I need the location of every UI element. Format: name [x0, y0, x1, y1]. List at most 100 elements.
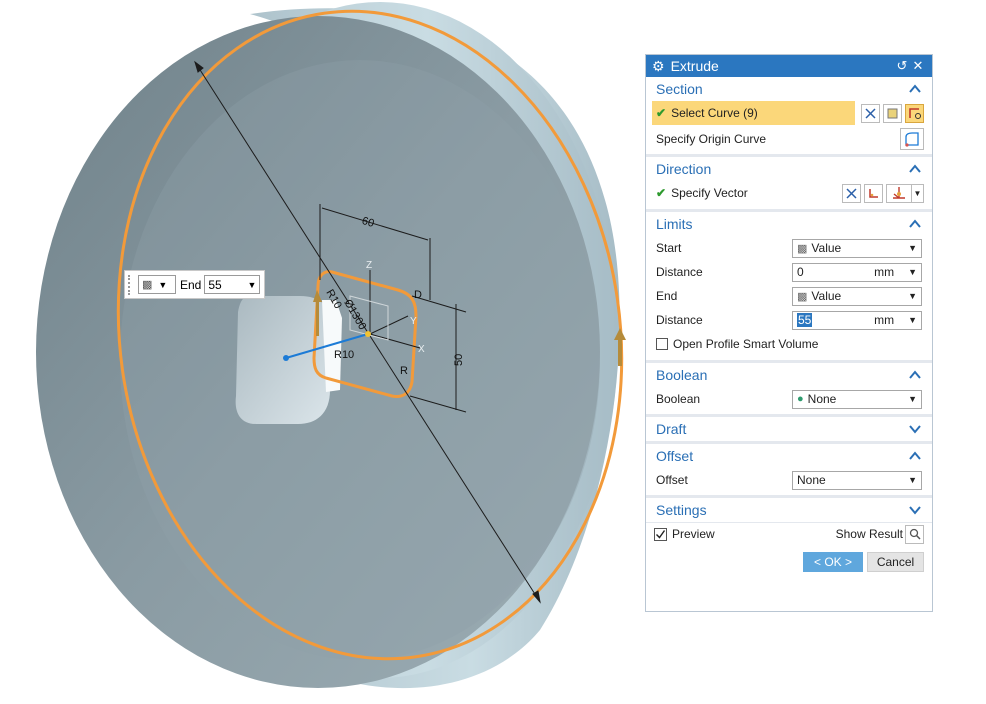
inferred-vector-icon[interactable] [886, 183, 912, 203]
end-distance-unit: mm [874, 313, 895, 327]
draft-group: Draft [646, 417, 932, 444]
chevron-down-icon [909, 425, 921, 434]
preview-row: Preview Show Result [646, 522, 932, 545]
chevron-down-icon: ▼ [908, 315, 917, 325]
start-distance-unit: mm [874, 265, 895, 279]
chevron-up-icon [909, 219, 921, 228]
value-icon: ▩ [797, 242, 808, 255]
onscreen-input-box[interactable]: ▩ ▼ End 55 ▼ [124, 270, 265, 299]
settings-header[interactable]: Settings [646, 498, 932, 522]
specify-vector-label: Specify Vector [671, 186, 748, 200]
origin-curve-icon[interactable] [900, 128, 924, 150]
blue-handle[interactable] [283, 355, 289, 361]
end-row: End ▩ Value ▼ [646, 284, 932, 308]
start-distance-field[interactable]: 0 mm ▼ [792, 262, 922, 282]
vector-arrow-right[interactable] [618, 338, 622, 366]
drag-handle[interactable] [128, 274, 134, 295]
section-header[interactable]: Section [646, 77, 932, 101]
end-value-text: 55 [208, 277, 222, 292]
specify-origin-label: Specify Origin Curve [656, 132, 767, 146]
offset-header-label: Offset [656, 448, 694, 464]
offset-header[interactable]: Offset [646, 444, 932, 468]
sketch-section-icon[interactable] [883, 103, 902, 123]
boolean-none-icon: ● [797, 393, 804, 405]
dialog-title: Extrude [670, 58, 719, 74]
close-icon[interactable]: ✕ [910, 58, 926, 74]
section-header-label: Section [656, 81, 703, 97]
chevron-down-icon: ▼ [158, 279, 168, 290]
value-icon: ▩ [797, 290, 808, 303]
reverse-direction-icon[interactable] [842, 183, 861, 203]
specify-vector-row[interactable]: ✔ Specify Vector ▼ [646, 181, 932, 205]
boolean-header[interactable]: Boolean [646, 363, 932, 387]
axis-x-label: X [418, 344, 425, 355]
open-profile-checkbox[interactable] [656, 338, 668, 350]
start-row: Start ▩ Value ▼ [646, 236, 932, 260]
boolean-header-label: Boolean [656, 367, 708, 383]
end-distance-row: Distance 55 mm ▼ [646, 308, 932, 332]
boolean-select[interactable]: ● None ▼ [792, 389, 922, 409]
chevron-down-icon: ▼ [908, 394, 917, 404]
preview-label: Preview [672, 527, 715, 541]
dim-50-label[interactable]: 50 [453, 354, 465, 366]
end-value-field[interactable]: 55 ▼ [204, 275, 261, 294]
open-profile-label: Open Profile Smart Volume [673, 337, 819, 351]
gear-icon: ⚙ [652, 57, 665, 74]
boolean-row: Boolean ● None ▼ [646, 387, 932, 411]
select-curve-row[interactable]: ✔ Select Curve (9) [646, 101, 932, 125]
direction-header[interactable]: Direction [646, 157, 932, 181]
end-distance-field[interactable]: 55 mm ▼ [792, 310, 922, 330]
vector-options-dropdown[interactable]: ▼ [912, 183, 924, 203]
limits-group: Limits Start ▩ Value ▼ Distance 0 mm ▼ E… [646, 212, 932, 363]
check-icon: ✔ [656, 106, 667, 120]
dim-r-label[interactable]: R [400, 365, 408, 377]
curve-rule-icon[interactable] [861, 103, 880, 123]
boolean-group: Boolean Boolean ● None ▼ [646, 363, 932, 417]
start-distance-row: Distance 0 mm ▼ [646, 260, 932, 284]
show-result-label[interactable]: Show Result [836, 527, 903, 541]
origin-curve-row[interactable]: Specify Origin Curve [646, 127, 932, 151]
start-type-value: Value [811, 241, 842, 255]
vector-arrow-left[interactable] [316, 300, 319, 336]
disc-shade [120, 60, 600, 660]
value-icon: ▩ [142, 279, 153, 291]
offset-select[interactable]: None ▼ [792, 470, 922, 490]
offset-row: Offset None ▼ [646, 468, 932, 492]
axis-z-label: Z [366, 260, 372, 271]
start-distance-value: 0 [797, 265, 804, 279]
chevron-down-icon: ▼ [908, 267, 917, 277]
reset-icon[interactable]: ↺ [894, 58, 910, 74]
ok-button[interactable]: < OK > [803, 552, 863, 572]
chevron-up-icon [909, 84, 921, 93]
end-type-value: Value [811, 289, 842, 303]
chevron-down-icon: ▼ [908, 291, 917, 301]
direction-header-label: Direction [656, 161, 712, 177]
offset-value: None [797, 473, 826, 487]
curve-select-icon[interactable] [905, 103, 924, 123]
section-group: Section ✔ Select Curve (9) Specify Origi… [646, 77, 932, 157]
end-label: End [180, 277, 202, 292]
vector-dialog-icon[interactable] [864, 183, 883, 203]
limits-header[interactable]: Limits [646, 212, 932, 236]
preview-checkbox[interactable] [654, 527, 667, 541]
origin-point[interactable] [365, 331, 371, 337]
end-type-select[interactable]: ▩ Value ▼ [792, 286, 922, 306]
check-icon: ✔ [656, 186, 667, 200]
action-buttons: < OK > Cancel [646, 551, 932, 573]
direction-group: Direction ✔ Specify Vector ▼ [646, 157, 932, 212]
open-profile-row[interactable]: Open Profile Smart Volume [646, 332, 932, 356]
start-type-select[interactable]: ▩ Value ▼ [792, 238, 922, 258]
dim-r10-label-b[interactable]: R10 [334, 349, 354, 361]
limits-header-label: Limits [656, 216, 693, 232]
settings-header-label: Settings [656, 502, 707, 518]
select-curve-highlight[interactable]: ✔ Select Curve (9) [652, 101, 855, 125]
chevron-down-icon [909, 506, 921, 515]
draft-header[interactable]: Draft [646, 417, 932, 441]
chevron-down-icon: ▼ [908, 243, 917, 253]
dim-d-label[interactable]: D [414, 289, 422, 301]
search-icon[interactable] [905, 524, 924, 544]
dialog-titlebar[interactable]: ⚙ Extrude ↺ ✕ [646, 55, 932, 77]
chevron-down-icon: ▼ [247, 279, 257, 290]
cancel-button[interactable]: Cancel [867, 552, 924, 572]
value-type-dropdown[interactable]: ▩ ▼ [138, 275, 176, 294]
